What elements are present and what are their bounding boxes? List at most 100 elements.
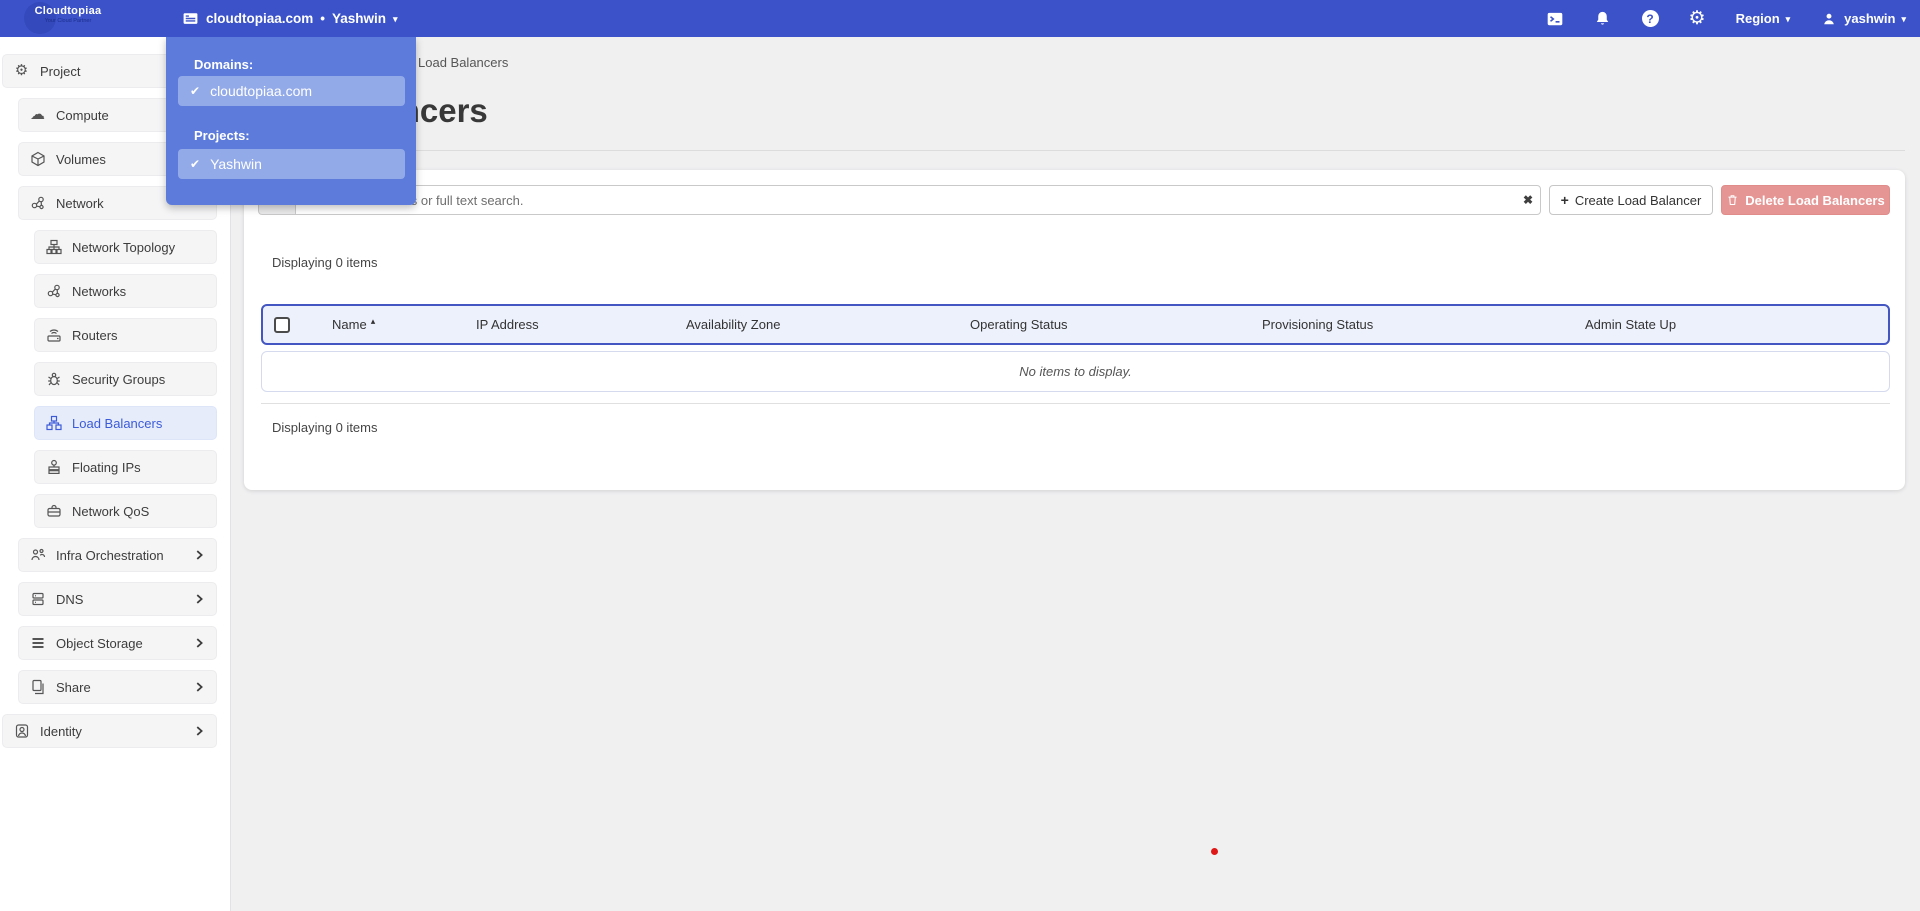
briefcase-icon (45, 503, 62, 520)
bug-icon (45, 371, 62, 388)
cloud-icon: ☁ (30, 106, 45, 123)
column-header-admin-state-up[interactable]: Admin State Up (1585, 306, 1676, 343)
topology-icon (45, 239, 62, 256)
chevron-down-icon: ▾ (1901, 14, 1906, 24)
project-option-yashwin[interactable]: ✔ Yashwin (178, 149, 405, 179)
gear-icon[interactable]: ⚙ (1689, 9, 1706, 28)
column-label: Provisioning Status (1262, 317, 1374, 332)
chevron-right-icon (192, 592, 206, 606)
brand-logo[interactable]: Cloudtopiaa Your Cloud Partner (28, 5, 108, 24)
sidebar-item-load-balancers[interactable]: Load Balancers (34, 406, 217, 440)
create-load-balancer-button[interactable]: + Create Load Balancer (1549, 185, 1713, 215)
molecule-icon (45, 283, 62, 300)
empty-table-message: No items to display. (261, 351, 1890, 392)
sort-asc-icon: ▴ (370, 316, 376, 326)
column-label: Operating Status (970, 317, 1068, 332)
title-divider (244, 150, 1905, 151)
create-button-label: Create Load Balancer (1574, 192, 1702, 208)
sidebar-item-label: DNS (56, 591, 84, 607)
chevron-right-icon (192, 680, 206, 694)
column-header-operating-status[interactable]: Operating Status (970, 306, 1068, 343)
domain-project-switcher[interactable]: cloudtopiaa.com • Yashwin ▾ (181, 0, 398, 37)
sidebar-item-security-groups[interactable]: Security Groups (34, 362, 217, 396)
project-option-label: Yashwin (210, 156, 262, 172)
sidebar-item-label: Share (56, 679, 91, 695)
region-label: Region (1735, 11, 1780, 26)
chevron-down-icon: ▾ (1785, 14, 1791, 24)
clear-search-icon[interactable]: ✖ (1518, 190, 1538, 210)
terminal-icon[interactable] (1546, 10, 1564, 28)
search-input[interactable] (295, 185, 1541, 215)
domain-project-dropdown: Domains: ✔ cloudtopiaa.com Projects: ✔ Y… (166, 37, 416, 205)
chevron-right-icon (192, 724, 206, 738)
sidebar-item-label: Infra Orchestration (56, 547, 164, 563)
sidebar-item-label: Object Storage (56, 635, 143, 651)
select-all-checkbox[interactable] (274, 317, 290, 333)
chevron-right-icon (192, 636, 206, 650)
app-screen: Cloudtopiaa Your Cloud Partner cloudtopi… (0, 0, 1920, 911)
column-label: Availability Zone (686, 317, 781, 332)
sidebar-item-networks[interactable]: Networks (34, 274, 217, 308)
id-badge-icon (13, 723, 30, 740)
load-balancer-icon (45, 415, 62, 432)
items-count-top: Displaying 0 items (272, 255, 378, 270)
sidebar-item-routers[interactable]: Routers (34, 318, 217, 352)
molecule-icon (29, 195, 46, 212)
bars-icon (29, 635, 46, 652)
help-icon[interactable]: ? (1641, 10, 1659, 27)
breadcrumb[interactable]: Load Balancers (418, 55, 508, 70)
list-icon (181, 10, 199, 28)
bell-icon[interactable] (1594, 10, 1612, 28)
sidebar-item-network-topology[interactable]: Network Topology (34, 230, 217, 264)
column-label: Name (332, 317, 367, 332)
pages-icon (29, 679, 46, 696)
cube-icon (29, 151, 46, 168)
router-icon (45, 327, 62, 344)
projects-label: Projects: (194, 128, 250, 143)
items-count-bottom: Displaying 0 items (272, 420, 378, 435)
check-icon: ✔ (190, 157, 201, 171)
chevron-down-icon: ▾ (393, 14, 398, 24)
column-label: IP Address (476, 317, 539, 332)
sidebar-item-floating-ips[interactable]: Floating IPs (34, 450, 217, 484)
sidebar-item-label: Volumes (56, 151, 106, 167)
column-header-name[interactable]: Name ▴ (332, 306, 375, 343)
sidebar-item-network-qos[interactable]: Network QoS (34, 494, 217, 528)
people-icon (29, 547, 46, 564)
delete-load-balancers-button[interactable]: Delete Load Balancers (1721, 185, 1890, 215)
chevron-right-icon (192, 548, 206, 562)
domains-label: Domains: (194, 57, 254, 72)
check-icon: ✔ (190, 84, 201, 98)
trash-icon (1726, 193, 1739, 207)
sidebar-item-label: Networks (72, 283, 127, 299)
sidebar-item-label: Network Topology (72, 239, 176, 255)
user-name: yashwin (1844, 11, 1896, 26)
plus-icon: + (1560, 192, 1569, 208)
sidebar-item-dns[interactable]: DNS (18, 582, 217, 616)
sidebar-item-label: Network QoS (72, 503, 150, 519)
floating-ip-icon (45, 459, 62, 476)
column-header-ip-address[interactable]: IP Address (476, 306, 539, 343)
sidebar-item-object-storage[interactable]: Object Storage (18, 626, 217, 660)
domain-option-cloudtopiaa[interactable]: ✔ cloudtopiaa.com (178, 76, 405, 106)
sidebar-item-share[interactable]: Share (18, 670, 217, 704)
column-header-provisioning-status[interactable]: Provisioning Status (1262, 306, 1373, 343)
sidebar-item-label: Compute (56, 107, 109, 123)
sidebar-item-label: Load Balancers (72, 415, 163, 431)
brand-name: Cloudtopiaa (34, 5, 102, 17)
region-dropdown[interactable]: Region ▾ (1736, 11, 1791, 26)
brand-tagline: Your Cloud Partner (44, 18, 92, 24)
project-gear-icon: ⚙ (14, 62, 29, 79)
sidebar-item-infra-orchestration[interactable]: Infra Orchestration (18, 538, 217, 572)
table-header-row: Name ▴ IP Address Availability Zone Oper… (261, 304, 1890, 345)
sidebar-item-label: Network (56, 195, 104, 211)
switcher-project: Yashwin (332, 11, 387, 26)
user-menu[interactable]: yashwin ▾ (1820, 10, 1906, 28)
topbar-right-controls: ? ⚙ Region ▾ yashwin ▾ (1546, 0, 1906, 37)
column-header-availability-zone[interactable]: Availability Zone (686, 306, 780, 343)
sidebar-item-label: Project (40, 63, 81, 79)
sidebar-item-identity[interactable]: Identity (2, 714, 217, 748)
table-footer-divider (261, 403, 1890, 404)
column-label: Admin State Up (1585, 317, 1677, 332)
switcher-separator: • (320, 11, 325, 26)
